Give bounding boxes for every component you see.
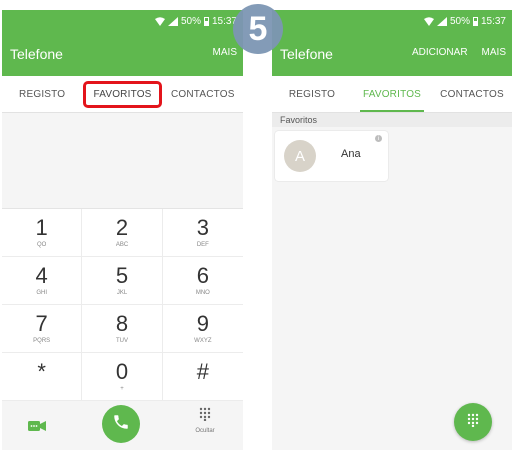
add-button[interactable]: ADICIONAR [412, 47, 468, 58]
phone-icon [112, 413, 130, 436]
hide-keypad-label: Ocultar [195, 428, 215, 434]
app-bar-actions: ADICIONAR MAIS [412, 47, 506, 58]
favorite-contact-card[interactable]: A Ana i [275, 131, 388, 181]
hide-keypad-button[interactable]: Ocultar [185, 407, 225, 434]
tab-favoritos[interactable]: FAVORITOS [352, 76, 432, 112]
step-number-badge: 5 [233, 4, 283, 54]
key-7[interactable]: 7 PQRS [2, 305, 83, 353]
key-3[interactable]: 3 DEF [162, 209, 243, 257]
favorite-contact-name: Ana [341, 148, 361, 160]
tab-contactos[interactable]: CONTACTOS [163, 76, 243, 112]
tab-favoritos[interactable]: FAVORITOS [82, 76, 162, 112]
tab-registo[interactable]: REGISTO [2, 76, 82, 112]
favorites-section-header: Favoritos [272, 113, 512, 127]
key-8[interactable]: 8 TUV [82, 305, 163, 353]
app-bar: 50% 15:37 Telefone MAIS [2, 10, 243, 76]
wifi-icon [423, 16, 434, 26]
app-bar: 50% 15:37 Telefone ADICIONAR MAIS [272, 10, 512, 76]
phone-screen-favorites: 50% 15:37 Telefone ADICIONAR MAIS REGIST… [272, 10, 512, 450]
signal-icon [436, 16, 447, 26]
tab-bar: REGISTO FAVORITOS CONTACTOS [272, 76, 512, 113]
call-button[interactable] [102, 405, 140, 443]
key-hash[interactable]: # [162, 353, 243, 401]
key-9[interactable]: 9 WXYZ [162, 305, 243, 353]
avatar: A [284, 140, 316, 172]
status-bar: 50% 15:37 [423, 14, 506, 28]
key-5[interactable]: 5 JKL [82, 257, 163, 305]
dialer-bottom-bar: Ocultar [2, 401, 243, 450]
key-star[interactable]: * [2, 353, 83, 401]
phone-screen-dialer: 50% 15:37 Telefone MAIS REGISTO FAVORITO… [2, 10, 243, 450]
number-display [2, 113, 243, 208]
status-time: 15:37 [480, 15, 506, 27]
tab-contactos[interactable]: CONTACTOS [432, 76, 512, 112]
key-6[interactable]: 6 MNO [162, 257, 243, 305]
battery-percentage: 50% [449, 15, 470, 27]
voicemail-icon: QO [36, 241, 47, 248]
app-title: Telefone [280, 46, 333, 62]
battery-icon [203, 16, 209, 26]
more-button[interactable]: MAIS [482, 47, 506, 58]
key-4[interactable]: 4 GHI [2, 257, 83, 305]
battery-icon [472, 16, 478, 26]
dialpad-icon [199, 407, 211, 426]
app-bar-actions: MAIS [213, 47, 237, 58]
key-1[interactable]: 1 QO [2, 209, 83, 257]
tab-favoritos-highlight: FAVORITOS [83, 80, 162, 108]
tab-registo[interactable]: REGISTO [272, 76, 352, 112]
key-0[interactable]: 0 + [82, 353, 163, 401]
dialpad: 1 QO 2 ABC 3 DEF 4 GHI 5 JKL 6 MNO 7 PQRS 8 TUV … [2, 208, 243, 401]
tab-bar: REGISTO FAVORITOS CONTACTOS [2, 76, 243, 113]
info-icon[interactable]: i [375, 135, 382, 142]
app-title: Telefone [10, 46, 63, 62]
key-2[interactable]: 2 ABC [82, 209, 163, 257]
signal-icon [167, 16, 178, 26]
status-bar: 50% 15:37 [154, 14, 237, 28]
video-call-icon[interactable] [28, 419, 46, 431]
more-button[interactable]: MAIS [213, 47, 237, 58]
battery-percentage: 50% [180, 15, 201, 27]
dialpad-icon [467, 413, 479, 432]
wifi-icon [154, 16, 165, 26]
open-keypad-button[interactable] [454, 403, 492, 441]
